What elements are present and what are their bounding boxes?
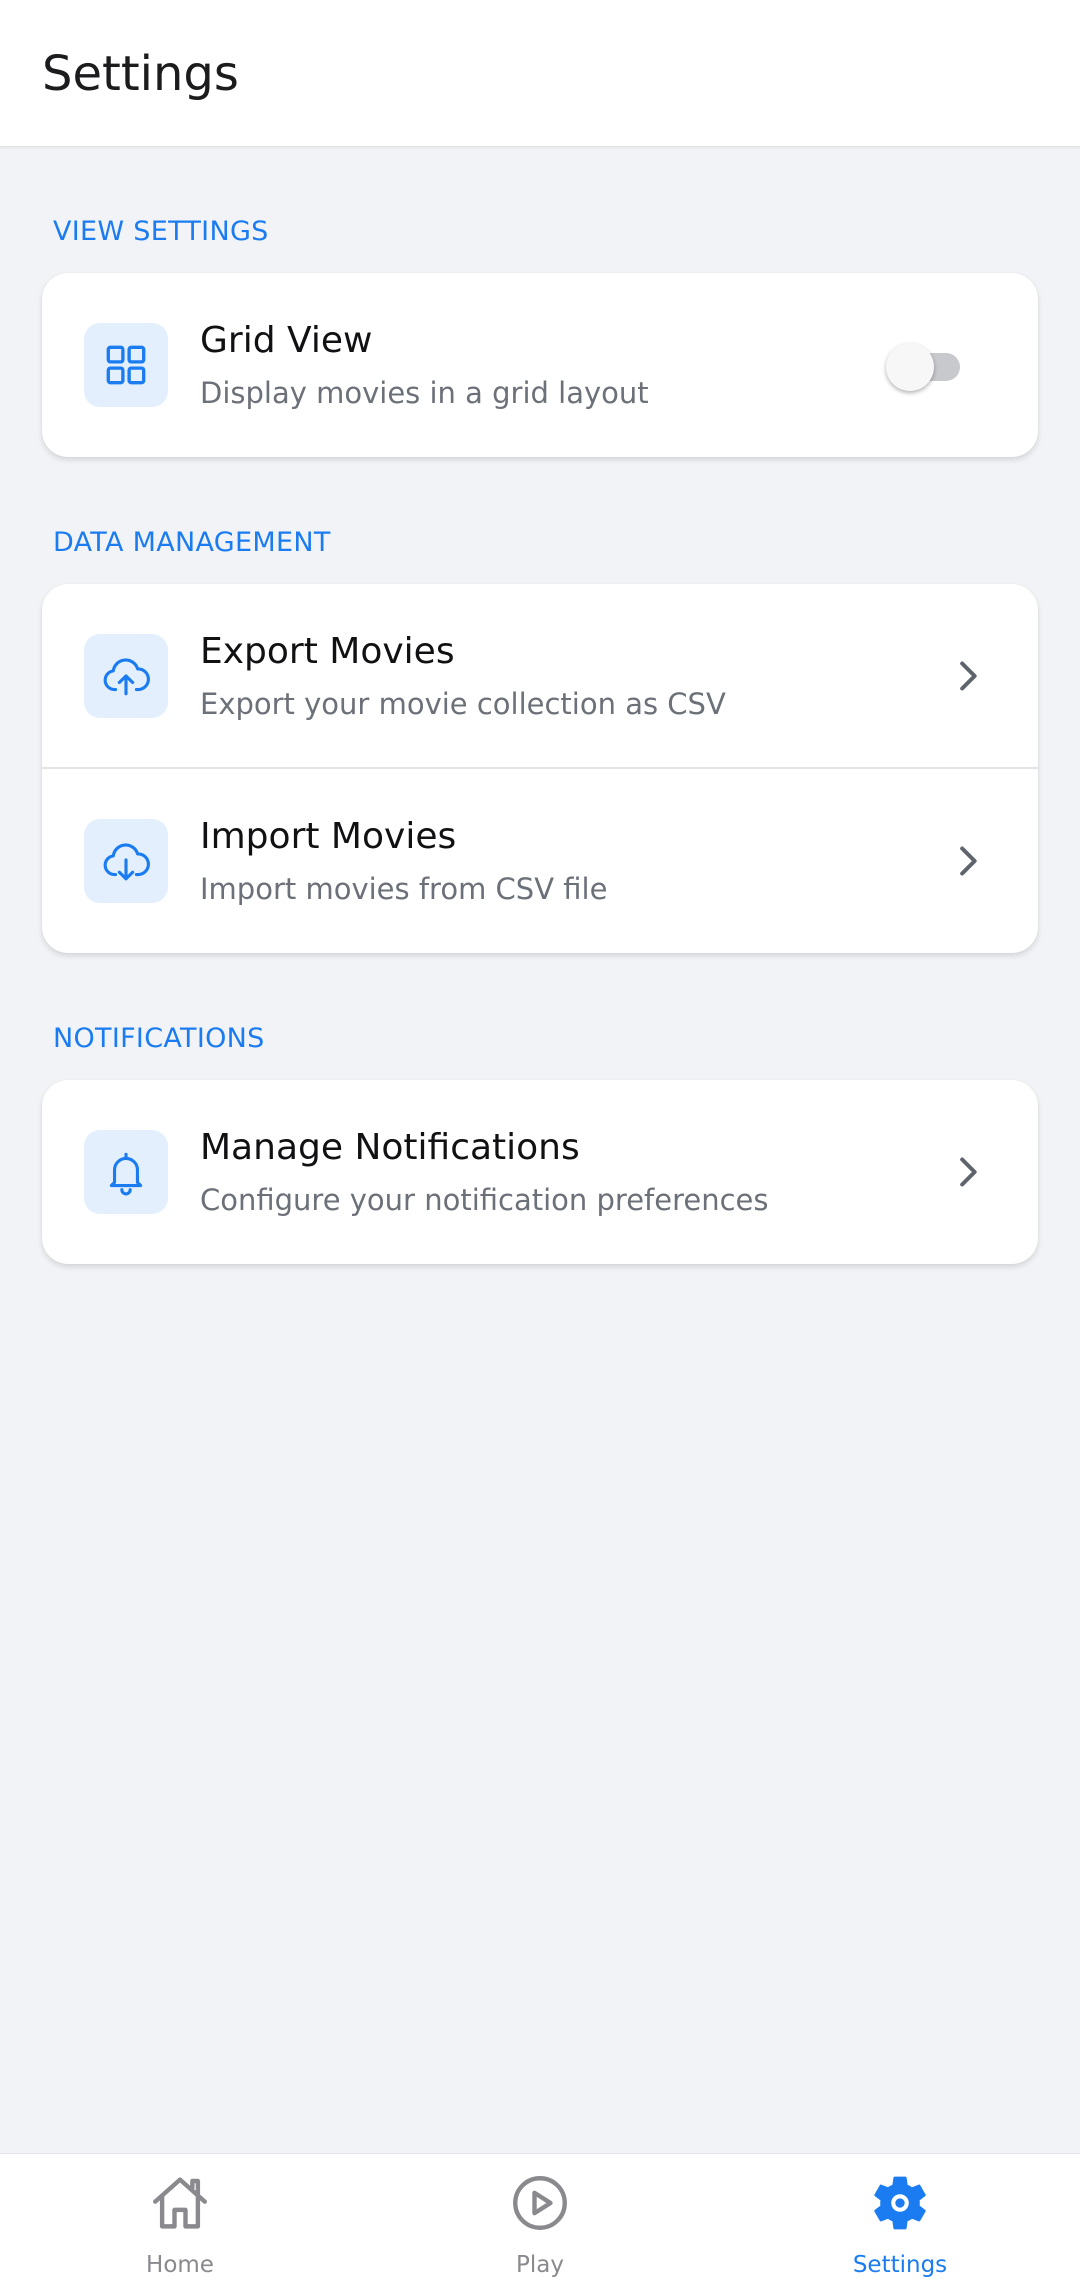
manage-notifications-subtitle: Configure your notification preferences xyxy=(200,1183,769,1217)
nav-item-settings[interactable]: Settings xyxy=(720,2154,1080,2284)
page-title: Settings xyxy=(42,46,239,102)
data-management-card: Export Movies Export your movie collecti… xyxy=(42,584,1038,953)
home-icon xyxy=(153,2177,207,2229)
nav-label-settings: Settings xyxy=(852,2252,948,2278)
section-label-notifications: NOTIFICATIONS xyxy=(53,1023,265,1054)
bell-icon xyxy=(84,1130,168,1214)
export-movies-row[interactable]: Export Movies Export your movie collecti… xyxy=(42,584,1038,769)
section-label-data-management: DATA MANAGEMENT xyxy=(53,527,331,558)
chevron-right-icon xyxy=(960,1157,977,1187)
play-circle-icon xyxy=(513,2176,567,2230)
chevron-right-icon xyxy=(960,661,977,690)
manage-notifications-title: Manage Notifications xyxy=(200,1127,580,1168)
cloud-download-icon xyxy=(84,819,168,903)
chevron-right-icon xyxy=(960,846,977,876)
nav-label-play: Play xyxy=(516,2252,564,2278)
section-label-view-settings: VIEW SETTINGS xyxy=(53,216,269,247)
app-header: Settings xyxy=(0,0,1080,147)
manage-notifications-row[interactable]: Manage Notifications Configure your noti… xyxy=(42,1080,1038,1264)
import-movies-row[interactable]: Import Movies Import movies from CSV fil… xyxy=(42,769,1038,953)
grid-view-title: Grid View xyxy=(200,320,373,361)
grid-view-row[interactable]: Grid View Display movies in a grid layou… xyxy=(42,273,1038,457)
grid-view-toggle[interactable] xyxy=(886,341,966,391)
grid-icon xyxy=(84,323,168,407)
nav-item-home[interactable]: Home xyxy=(0,2154,360,2284)
view-settings-card: Grid View Display movies in a grid layou… xyxy=(42,273,1038,457)
nav-item-play[interactable]: Play xyxy=(360,2154,720,2284)
export-movies-subtitle: Export your movie collection as CSV xyxy=(200,687,726,721)
nav-label-home: Home xyxy=(146,2252,214,2278)
notifications-card: Manage Notifications Configure your noti… xyxy=(42,1080,1038,1264)
toggle-knob xyxy=(886,343,934,391)
export-movies-title: Export Movies xyxy=(200,631,455,672)
grid-view-subtitle: Display movies in a grid layout xyxy=(200,376,649,410)
import-movies-subtitle: Import movies from CSV file xyxy=(200,872,608,906)
bottom-nav: Home Play Settings xyxy=(0,2153,1080,2284)
import-movies-title: Import Movies xyxy=(200,816,457,857)
cloud-upload-icon xyxy=(84,633,168,718)
gear-icon xyxy=(874,2176,926,2230)
